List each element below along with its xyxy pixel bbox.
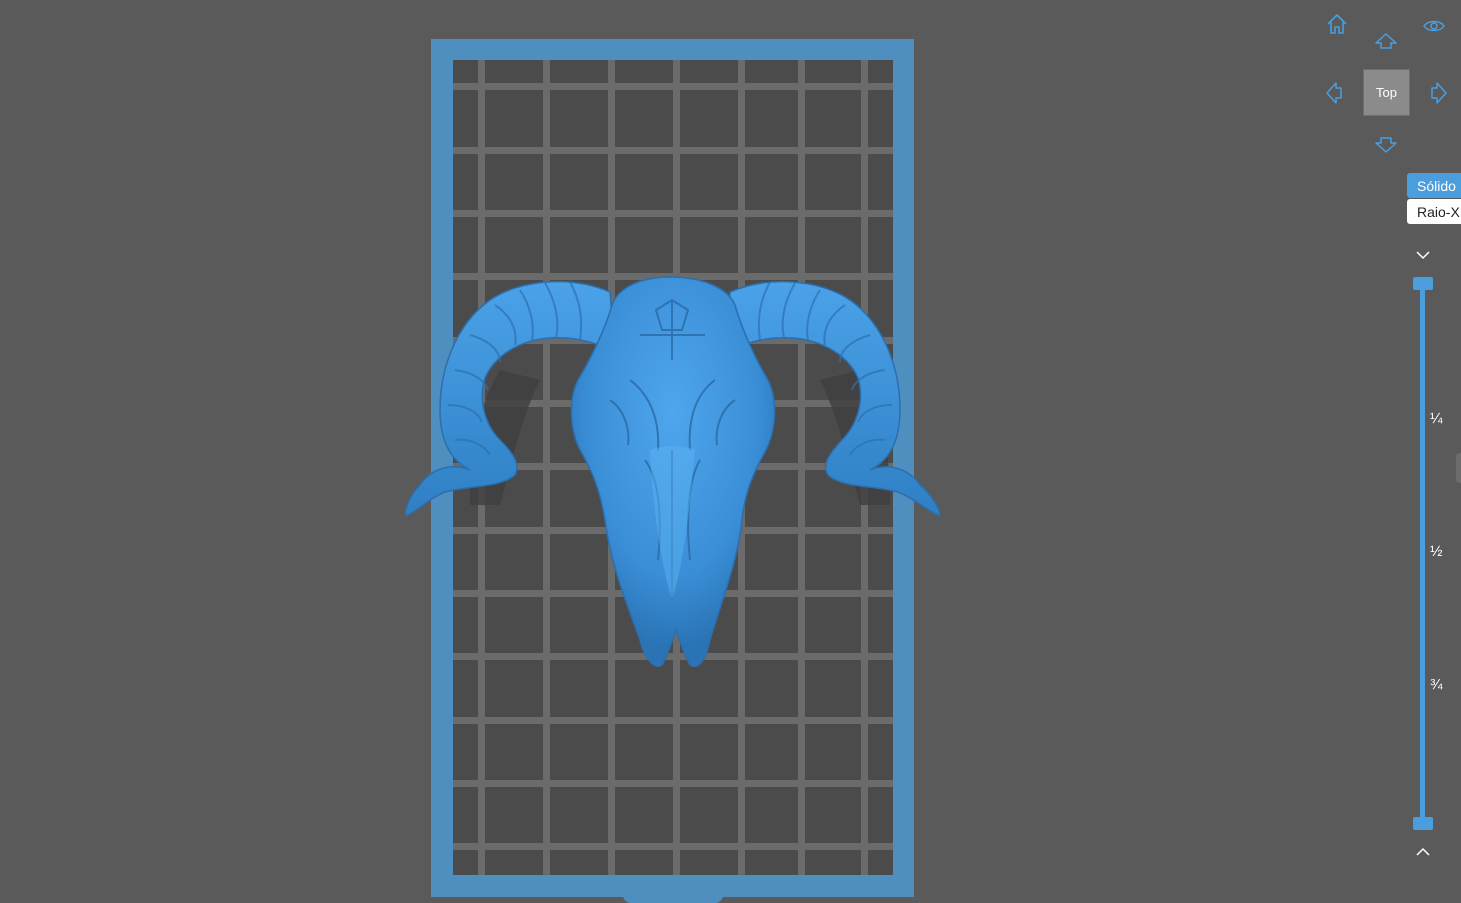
layer-slider-upper-handle[interactable] (1413, 277, 1433, 290)
chevron-up-icon[interactable] (1414, 845, 1432, 859)
view-up-button[interactable] (1373, 30, 1399, 52)
home-view-button[interactable] (1324, 11, 1350, 37)
ram-skull-model[interactable] (0, 0, 1461, 902)
slider-mark-three-quarters: ¾ (1430, 676, 1443, 693)
slider-mark-quarter: ¼ (1430, 410, 1443, 427)
layer-slider-track[interactable] (1420, 285, 1425, 823)
view-cube-top-face[interactable]: Top (1363, 69, 1410, 116)
arrow-right-icon (1431, 82, 1447, 104)
chevron-down-icon[interactable] (1414, 248, 1432, 262)
view-left-button[interactable] (1322, 80, 1346, 106)
home-icon (1327, 14, 1347, 34)
side-panel-tab[interactable] (1456, 453, 1461, 483)
view-right-button[interactable] (1427, 80, 1451, 106)
solid-mode-button[interactable]: Sólido (1407, 173, 1461, 198)
arrow-up-icon (1375, 33, 1397, 49)
view-down-button[interactable] (1373, 134, 1399, 156)
3d-viewport[interactable]: Top Sólido Raio-X ¼ ½ ¾ (0, 0, 1461, 903)
eye-icon (1423, 20, 1445, 32)
arrow-down-icon (1375, 137, 1397, 153)
xray-mode-button[interactable]: Raio-X (1407, 199, 1461, 224)
layer-slider-lower-handle[interactable] (1413, 817, 1433, 830)
slider-mark-half: ½ (1430, 543, 1443, 560)
toggle-visibility-button[interactable] (1421, 13, 1447, 39)
arrow-left-icon (1326, 82, 1342, 104)
